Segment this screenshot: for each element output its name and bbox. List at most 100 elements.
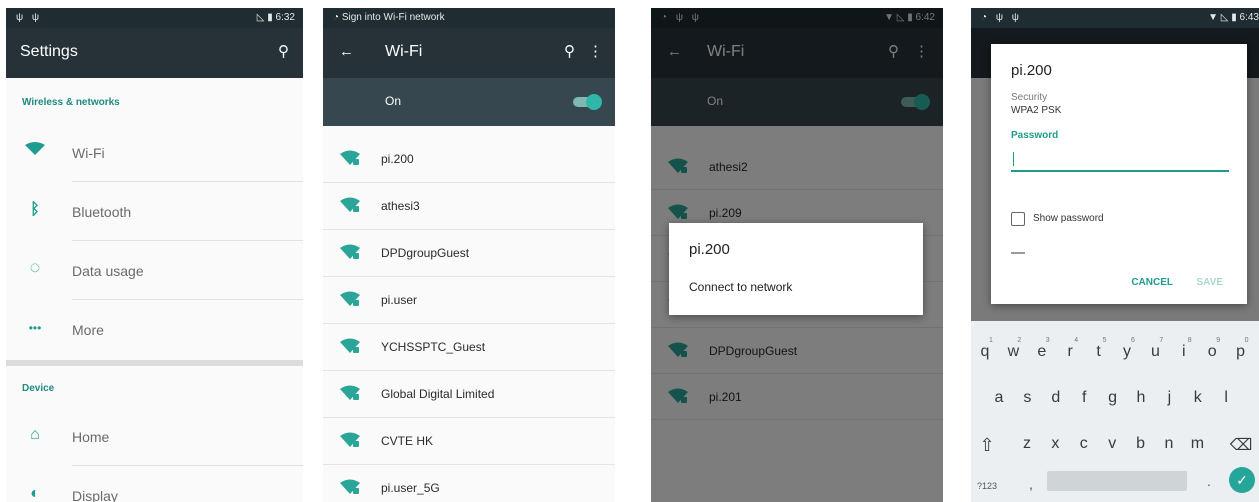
key[interactable]: w	[1001, 343, 1025, 361]
page-title: Settings	[20, 43, 78, 60]
settings-item-label: Wi-Fi	[72, 145, 105, 161]
key[interactable]: u	[1143, 343, 1167, 361]
password-input[interactable]	[1011, 148, 1229, 172]
settings-item-label: Bluetooth	[72, 204, 132, 220]
symbols-key[interactable]: ?123	[977, 481, 997, 491]
network-list-item[interactable]: YCHSSPTC_Guest	[323, 324, 615, 371]
settings-item-home[interactable]: ⌂ Home	[6, 408, 303, 466]
network-dialog: pi.200 Connect to network	[669, 223, 923, 315]
key-digit-hint: 6	[1131, 337, 1135, 344]
key[interactable]: z	[1015, 435, 1039, 453]
wifi-toggle-bar[interactable]: On	[323, 78, 615, 126]
search-icon[interactable]: ⚲	[564, 28, 575, 76]
home-icon: ⌂	[30, 426, 40, 443]
wifi-switch[interactable]	[573, 94, 602, 110]
key[interactable]: a	[987, 389, 1011, 407]
save-button[interactable]: SAVE	[1197, 277, 1224, 288]
key[interactable]: p	[1229, 343, 1253, 361]
cancel-button[interactable]: CANCEL	[1131, 277, 1173, 288]
search-icon[interactable]: ⚲	[278, 28, 289, 76]
status-bar: ◔ ψ ψ ▼ ◺ ▮ 6:43	[971, 8, 1259, 28]
divider	[72, 240, 303, 241]
key[interactable]: y	[1115, 343, 1139, 361]
back-arrow-icon[interactable]: ←	[339, 28, 354, 76]
wifi-signal-icon	[340, 432, 360, 447]
wifi-signal-icon	[340, 385, 360, 400]
key[interactable]: k	[1186, 389, 1210, 407]
network-name: DPDgroupGuest	[381, 246, 470, 260]
wifi-signal-icon	[340, 197, 360, 212]
signal-icon: ◺ ▮	[256, 12, 276, 23]
key[interactable]: g	[1101, 389, 1125, 407]
period-key[interactable]: .	[1207, 473, 1211, 489]
network-name: pi.200	[381, 152, 414, 166]
settings-item-data-usage[interactable]: ◌ Data usage	[6, 242, 303, 300]
backspace-key[interactable]: ⌫	[1229, 435, 1253, 455]
key[interactable]: j	[1157, 389, 1181, 407]
page-title: Wi-Fi	[385, 43, 423, 60]
network-list-item[interactable]: CVTE HK	[323, 418, 615, 465]
connect-to-network-option[interactable]: Connect to network	[689, 280, 792, 294]
usb-icon: ◔ ψ ψ	[981, 12, 1022, 23]
key[interactable]: b	[1129, 435, 1153, 453]
show-password-checkbox[interactable]	[1011, 212, 1025, 226]
settings-item-label: Home	[72, 429, 110, 445]
key[interactable]: s	[1015, 389, 1039, 407]
dialog-title: pi.200	[689, 241, 730, 258]
key[interactable]: h	[1129, 389, 1153, 407]
wifi-signal-icon-wrap	[339, 244, 361, 265]
soft-keyboard: q1 w2 e3 r4 t5 y6 u7 i8 o9 p0 asdfghjkl zxcvbnm ⇧…	[971, 321, 1259, 502]
wifi-signal-icon-wrap	[339, 479, 361, 500]
settings-item-display[interactable]: ◐ Display	[6, 467, 303, 502]
network-list-item[interactable]: pi.user_5G	[323, 465, 615, 502]
key[interactable]: q	[973, 343, 997, 361]
wifi-icon	[25, 142, 45, 155]
key[interactable]: d	[1044, 389, 1068, 407]
overflow-menu-icon[interactable]: ⋮	[588, 28, 603, 76]
network-list-item[interactable]: Global Digital Limited	[323, 371, 615, 418]
key[interactable]: n	[1157, 435, 1181, 453]
spacebar[interactable]	[1047, 471, 1187, 491]
show-password-label[interactable]: Show password	[1033, 213, 1104, 224]
toggle-label: On	[385, 94, 402, 108]
key[interactable]: l	[1214, 389, 1238, 407]
section-divider	[6, 360, 303, 366]
wifi-signal-icon-wrap	[339, 338, 361, 359]
more-icon: •••	[28, 321, 42, 335]
key[interactable]: i	[1172, 343, 1196, 361]
key[interactable]: x	[1043, 435, 1067, 453]
enter-key[interactable]: ✓	[1229, 467, 1255, 493]
key[interactable]: c	[1072, 435, 1096, 453]
key[interactable]: m	[1185, 435, 1209, 453]
wifi-password-screen: ◔ ψ ψ ▼ ◺ ▮ 6:43 pi.200 Security WPA2 PS…	[971, 8, 1259, 502]
settings-item-bluetooth[interactable]: ᛒ Bluetooth	[6, 183, 303, 241]
network-list-item[interactable]: pi.user	[323, 277, 615, 324]
key[interactable]: o	[1200, 343, 1224, 361]
bluetooth-icon: ᛒ	[30, 201, 40, 218]
network-name: pi.user_5G	[381, 481, 440, 495]
wifi-signal-icon	[340, 150, 360, 165]
network-list-item[interactable]: DPDgroupGuest	[323, 230, 615, 277]
settings-item-label: More	[72, 322, 104, 338]
key-digit-hint: 9	[1216, 337, 1221, 344]
status-bar: ψ ψ ◺ ▮ 6:32	[6, 8, 303, 28]
comma-key[interactable]: ,	[1029, 476, 1033, 492]
wifi-notification-icon: ◔	[333, 12, 342, 23]
settings-item-wifi[interactable]: Wi-Fi	[6, 124, 303, 182]
shift-key[interactable]: ⇧	[975, 435, 999, 456]
wifi-signal-icon-wrap	[339, 291, 361, 312]
key[interactable]: f	[1072, 389, 1096, 407]
toolbar: Settings ⚲	[6, 28, 303, 78]
key[interactable]: t	[1087, 343, 1111, 361]
network-list-item[interactable]: pi.200	[323, 136, 615, 183]
key[interactable]: r	[1058, 343, 1082, 361]
dialog-title: pi.200	[1011, 62, 1052, 79]
key[interactable]: v	[1100, 435, 1124, 453]
data-usage-icon: ◌	[29, 257, 41, 277]
network-list-item[interactable]: athesi3	[323, 183, 615, 230]
display-icon: ◐	[30, 485, 40, 502]
settings-item-more[interactable]: ••• More	[6, 301, 303, 359]
key[interactable]: e	[1030, 343, 1054, 361]
settings-item-label: Display	[72, 488, 118, 502]
toolbar: ← Wi-Fi ⚲ ⋮	[323, 28, 615, 78]
